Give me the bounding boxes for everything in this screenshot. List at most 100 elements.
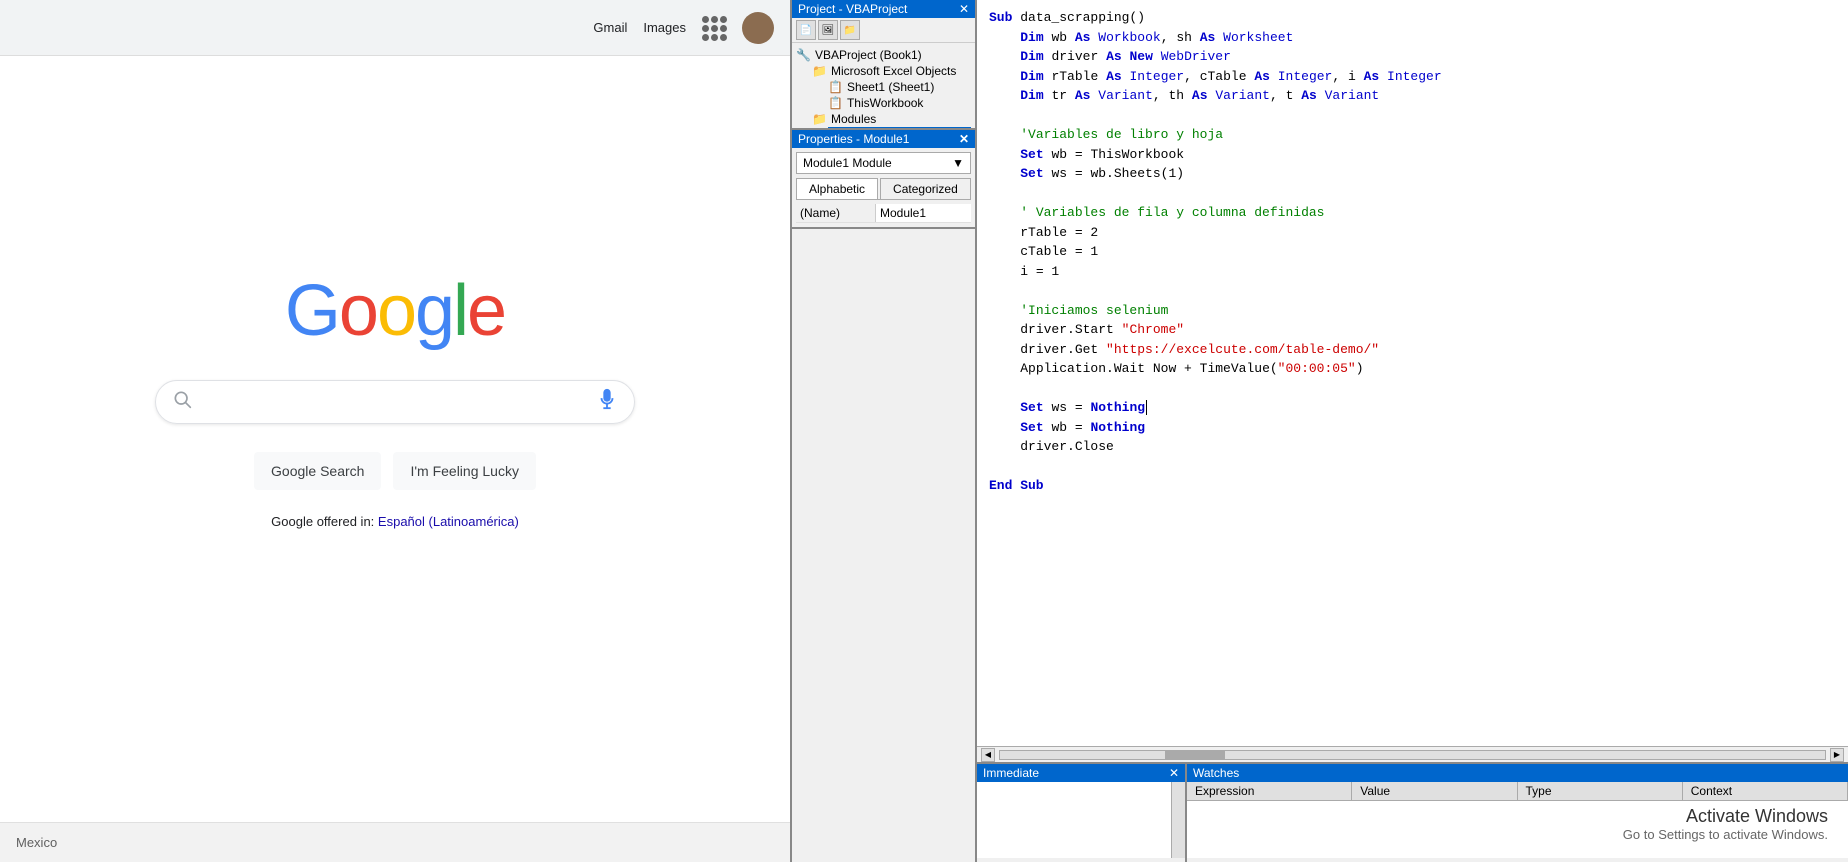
code-line: driver.Get "https://excelcute.com/table-… [989,340,1836,360]
watches-value-col: Value [1352,782,1517,800]
tab-alphabetic[interactable]: Alphabetic [796,178,878,199]
code-editor[interactable]: Sub data_scrapping() Dim wb As Workbook,… [977,0,1848,746]
properties-grid: (Name) Module1 [792,200,975,227]
modules-label: Modules [831,112,876,126]
ide-left-panel: Project - VBAProject ✕ 📄 🖼 📁 🔧 VBAProjec… [792,0,977,862]
google-logo: Google [285,270,505,352]
code-line: driver.Close [989,437,1836,457]
code-line: i = 1 [989,262,1836,282]
search-icon [172,389,192,414]
sheet-icon: 📋 [828,80,843,94]
prop-name-val[interactable]: Module1 [876,204,971,222]
scroll-left-btn[interactable]: ◀ [981,748,995,762]
properties-dropdown[interactable]: Module1 Module ▼ [796,152,971,174]
properties-titlebar: Properties - Module1 ✕ [792,130,975,148]
vba-ide: Project - VBAProject ✕ 📄 🖼 📁 🔧 VBAProjec… [790,0,1848,862]
modules-folder-icon: 📁 [812,112,827,126]
code-line [989,281,1836,301]
prop-name-row: (Name) Module1 [796,204,971,223]
workbook-icon: 📋 [828,96,843,110]
thisworkbook-label: ThisWorkbook [847,96,923,110]
code-line: End Sub [989,476,1836,496]
pe-sheet1-item[interactable]: 📋 Sheet1 (Sheet1) [828,79,971,95]
watches-titlebar: Watches [1187,764,1848,782]
properties-tabs: Alphabetic Categorized [796,178,971,200]
pe-toolbar: 📄 🖼 📁 [792,18,975,43]
scroll-right-btn[interactable]: ▶ [1830,748,1844,762]
watches-type-col: Type [1518,782,1683,800]
watches-expression-col: Expression [1187,782,1352,800]
bottom-bar: Mexico [0,822,790,862]
view-code-btn[interactable]: 📄 [796,20,816,40]
pe-thisworkbook-item[interactable]: 📋 ThisWorkbook [828,95,971,111]
code-line: Dim tr As Variant, th As Variant, t As V… [989,86,1836,106]
pe-excel-objects-item[interactable]: 📁 Microsoft Excel Objects [812,63,971,79]
code-line: 'Iniciamos selenium [989,301,1836,321]
apps-grid-icon[interactable] [702,16,726,40]
location-text: Mexico [16,835,57,850]
code-line: Application.Wait Now + TimeValue("00:00:… [989,359,1836,379]
toggle-folders-btn[interactable]: 📁 [840,20,860,40]
code-line: Set ws = Nothing [989,398,1836,418]
properties-close-btn[interactable]: ✕ [959,132,969,146]
code-line: rTable = 2 [989,223,1836,243]
gmail-link[interactable]: Gmail [593,20,627,35]
code-scrollbar[interactable]: ◀ ▶ [977,746,1848,762]
folder-icon: 📁 [812,64,827,78]
immediate-scrollbar[interactable] [1171,782,1185,858]
browser-window: Gmail Images Google [0,0,790,862]
code-line [989,106,1836,126]
prop-name-key: (Name) [796,204,876,222]
chevron-down-icon: ▼ [952,156,964,170]
avatar[interactable] [742,12,774,44]
immediate-close-btn[interactable]: ✕ [1169,766,1179,780]
code-line: Set wb = Nothing [989,418,1836,438]
google-offered: Google offered in: Español (Latinoaméric… [271,514,519,529]
sheet1-label: Sheet1 (Sheet1) [847,80,934,94]
prop-dropdown-value: Module1 Module [803,156,892,170]
vbaproject-label: VBAProject (Book1) [815,48,922,62]
watches-title-label: Watches [1193,766,1239,780]
feeling-lucky-button[interactable]: I'm Feeling Lucky [393,452,536,490]
code-line: Dim wb As Workbook, sh As Worksheet [989,28,1836,48]
immediate-panel: Immediate ✕ [977,764,1187,862]
code-line: Dim rTable As Integer, cTable As Integer… [989,67,1836,87]
immediate-title-label: Immediate [983,766,1039,780]
microphone-icon[interactable] [596,388,618,416]
ide-right-panel: Sub data_scrapping() Dim wb As Workbook,… [977,0,1848,862]
google-main: Google Google Search I'm Feel [0,56,790,862]
code-line: Set ws = wb.Sheets(1) [989,164,1836,184]
project-titlebar: Project - VBAProject ✕ [792,0,975,18]
immediate-titlebar: Immediate ✕ [977,764,1185,782]
language-link[interactable]: Español (Latinoamérica) [378,514,519,529]
search-bar[interactable] [155,380,635,424]
view-object-btn[interactable]: 🖼 [818,20,838,40]
bottom-panels: Immediate ✕ Watches Expression [977,762,1848,862]
pe-modules-item[interactable]: 📁 Modules [812,111,971,127]
images-link[interactable]: Images [643,20,686,35]
search-input[interactable] [204,393,584,411]
code-line: Sub data_scrapping() [989,8,1836,28]
scroll-track[interactable] [999,750,1826,760]
tab-categorized[interactable]: Categorized [880,178,971,199]
immediate-content [977,782,1185,858]
code-line: cTable = 1 [989,242,1836,262]
close-icon[interactable]: ✕ [959,2,969,16]
watches-header: Expression Value Type Context [1187,782,1848,801]
watches-context-col: Context [1683,782,1848,800]
code-line: Set wb = ThisWorkbook [989,145,1836,165]
code-line: 'Variables de libro y hoja [989,125,1836,145]
properties-panel: Properties - Module1 ✕ Module1 Module ▼ … [792,130,975,229]
ide-layout: Project - VBAProject ✕ 📄 🖼 📁 🔧 VBAProjec… [792,0,1848,862]
watches-panel: Watches Expression Value Type Context Ac… [1187,764,1848,862]
code-line: Dim driver As New WebDriver [989,47,1836,67]
code-line: driver.Start "Chrome" [989,320,1836,340]
project-title-label: Project - VBAProject [798,2,907,16]
scroll-thumb[interactable] [1165,751,1225,759]
immediate-textarea[interactable] [977,782,1171,858]
code-line [989,379,1836,399]
google-search-button[interactable]: Google Search [254,452,381,490]
code-line [989,184,1836,204]
pe-vbaproject-item[interactable]: 🔧 VBAProject (Book1) [796,47,971,63]
code-line [989,457,1836,477]
